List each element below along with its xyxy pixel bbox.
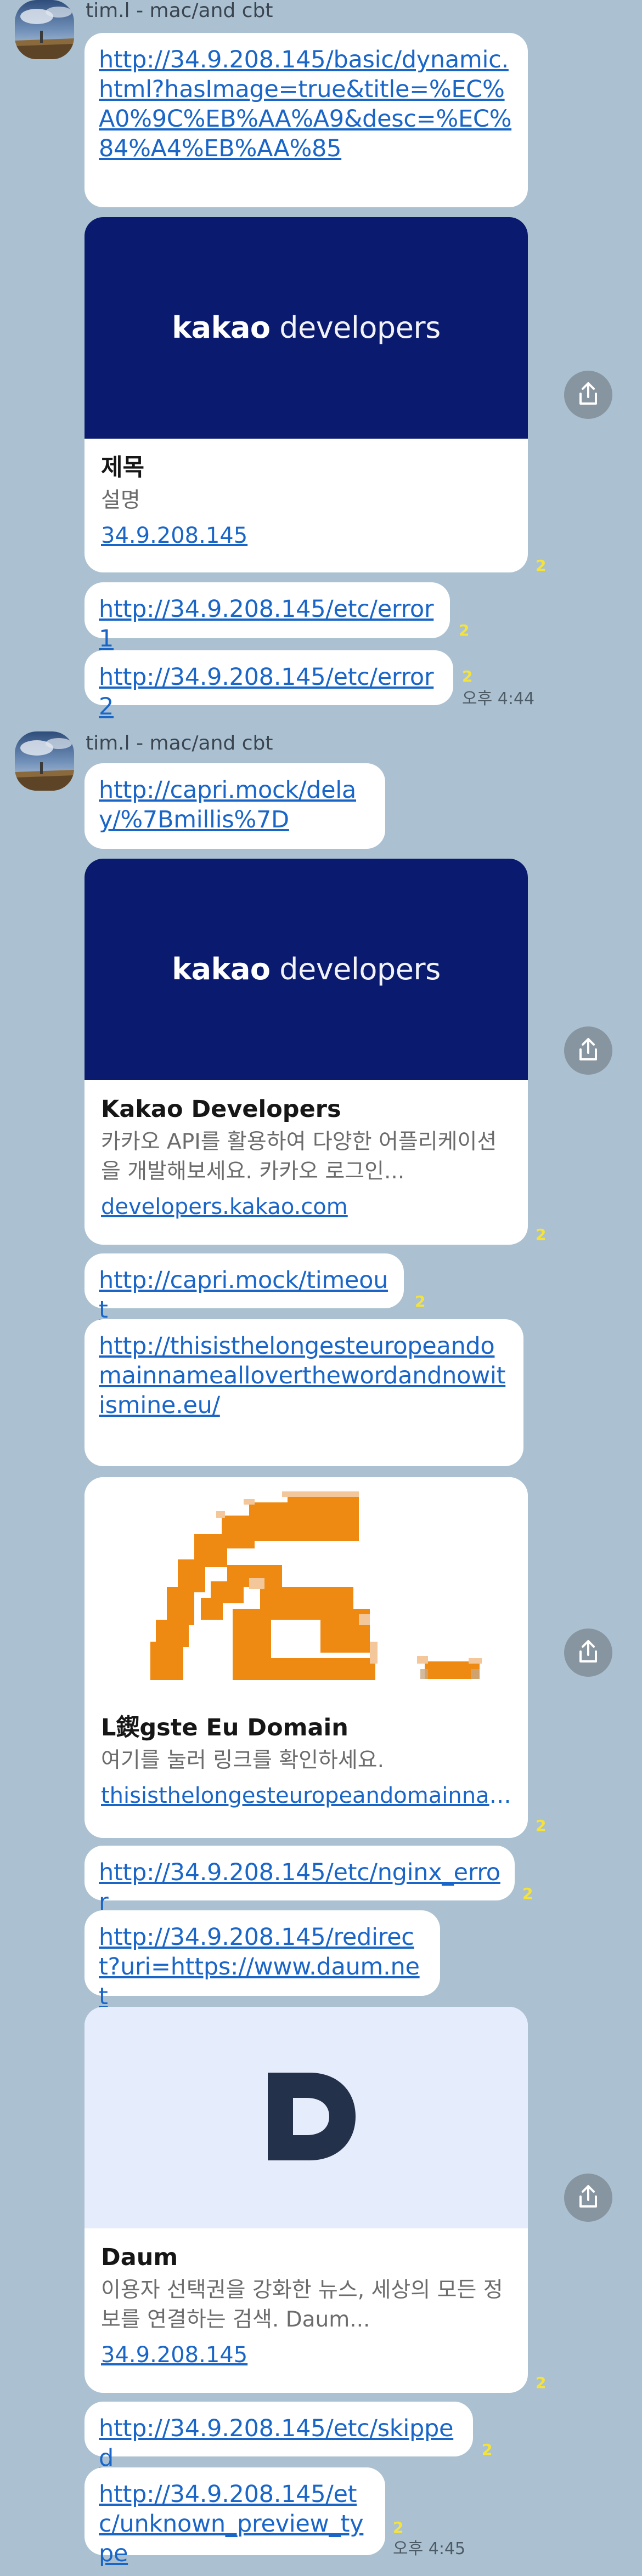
message-bubble[interactable]: http://34.9.208.145/redirect?uri=https:/… [85,1910,440,2010]
message-bubble[interactable]: http://capri.mock/delay/%7Bmillis%7D [85,763,385,849]
message-time: 오후 4:45 [393,2539,466,2558]
kakao-developers-logo: kakao developers [85,217,528,439]
message-link[interactable]: http://34.9.208.145/etc/error2 [99,662,439,722]
message-link[interactable]: http://34.9.208.145/redirect?uri=https:/… [99,1922,426,2011]
message-link[interactable]: http://capri.mock/timeout [99,1266,390,1325]
share-icon [579,382,597,405]
avatar[interactable] [15,0,74,59]
share-button[interactable] [564,371,612,419]
message-time: 오후 4:44 [462,689,535,708]
daum-logo [85,2007,528,2228]
card-title: Daum [101,2244,178,2271]
card-title: L鍥gste Eu Domain [101,1714,348,1741]
logo-word-kakao: kakao [172,310,271,345]
message-link[interactable]: http://34.9.208.145/etc/nginx_error [99,1858,500,1917]
share-icon [579,1640,597,1663]
unread-count: 2 [393,2518,404,2537]
logo-word-kakao: kakao [172,952,271,986]
message-bubble[interactable]: http://34.9.208.145/etc/error2 [85,650,453,720]
unread-count: 2 [462,667,473,685]
card-description: 설명 [101,488,140,513]
sender-name: tim.l - mac/and cbt [86,0,273,22]
share-button[interactable] [564,1026,612,1075]
share-icon [579,1038,597,1060]
unread-count: 2 [482,2441,493,2459]
link-preview-card[interactable]: L鍥gste Eu Domain 여기를 눌러 링크를 확인하세요. thisi… [85,1477,528,1838]
unread-count: 2 [415,1292,426,1310]
share-icon [579,2185,597,2208]
message-bubble[interactable]: http://34.9.208.145/etc/error1 [85,582,450,652]
card-title: Kakao Developers [101,1096,341,1123]
share-button[interactable] [564,2174,612,2222]
message-bubble[interactable]: http://34.9.208.145/etc/skipped [85,2402,473,2472]
eu-domain-pixel-logo [85,1477,528,1699]
message-bubble[interactable]: http://capri.mock/timeout [85,1253,404,1324]
link-preview-card[interactable]: Daum 이용자 선택권을 강화한 뉴스, 세상의 모든 정보를 연결하는 검색… [85,2007,528,2393]
logo-word-developers: developers [279,952,441,986]
sender-name: tim.l - mac/and cbt [86,732,273,754]
unread-count: 2 [536,1817,547,1835]
card-domain[interactable]: developers.kakao.com [101,1192,511,1222]
avatar[interactable] [15,731,74,791]
card-description: 카카오 API를 활용하여 다양한 어플리케이션을 개발해보세요. 카카오 로그… [101,1130,497,1184]
message-bubble[interactable]: http://34.9.208.145/etc/nginx_error [85,1846,515,1916]
card-description: 여기를 눌러 링크를 확인하세요. [101,1748,385,1773]
kakao-developers-logo: kakao developers [85,859,528,1080]
unread-count: 2 [459,621,470,639]
unread-count: 2 [536,557,547,575]
message-link[interactable]: http://34.9.208.145/etc/skipped [99,2414,459,2473]
card-description: 이용자 선택권을 강화한 뉴스, 세상의 모든 정보를 연결하는 검색. Dau… [101,2278,503,2332]
link-preview-card[interactable]: kakao developers Kakao Developers 카카오 AP… [85,859,528,1245]
logo-word-developers: developers [279,310,441,345]
card-domain[interactable]: thisisthelongesteuropeandomainnam... [101,1781,511,1811]
unread-count: 2 [536,2374,547,2392]
message-link[interactable]: http://34.9.208.145/etc/error1 [99,594,436,654]
link-preview-card[interactable]: kakao developers 제목 설명 34.9.208.145 [85,217,528,572]
card-domain[interactable]: 34.9.208.145 [101,521,511,551]
share-button[interactable] [564,1629,612,1677]
message-link[interactable]: http://34.9.208.145/basic/dynamic.html?h… [99,45,514,163]
message-bubble[interactable]: http://thisisthelongesteuropeandomainnam… [85,1319,523,1466]
message-bubble[interactable]: http://34.9.208.145/etc/unknown_preview_… [85,2467,385,2567]
unread-count: 2 [522,1885,533,1903]
message-link[interactable]: http://34.9.208.145/etc/unknown_preview_… [99,2479,371,2568]
card-title: 제목 [101,454,145,481]
unread-count: 2 [536,1225,547,1244]
message-bubble[interactable]: http://34.9.208.145/basic/dynamic.html?h… [85,33,528,207]
card-domain[interactable]: 34.9.208.145 [101,2340,511,2370]
message-link[interactable]: http://capri.mock/delay/%7Bmillis%7D [99,775,371,835]
message-link[interactable]: http://thisisthelongesteuropeandomainnam… [99,1331,509,1420]
